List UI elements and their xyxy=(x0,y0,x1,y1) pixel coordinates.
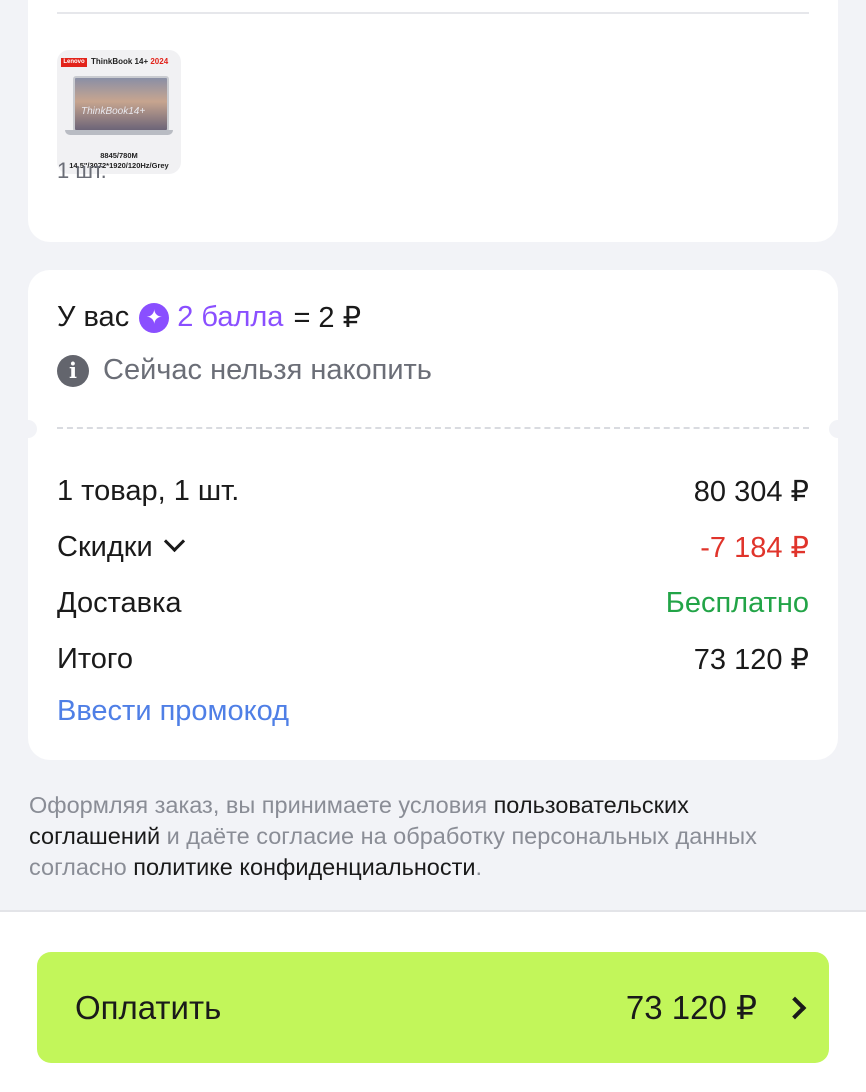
delivery-row: Доставка Бесплатно xyxy=(57,583,809,623)
pay-button[interactable]: Оплатить 73 120 ₽ xyxy=(37,952,829,1063)
delivery-value: Бесплатно xyxy=(665,586,809,619)
dashed-divider xyxy=(57,427,809,429)
chevron-right-icon xyxy=(783,996,807,1019)
pay-button-amount: 73 120 ₽ xyxy=(625,989,757,1026)
legal-text: . xyxy=(475,854,483,880)
discount-value: -7 184 ₽ xyxy=(700,531,809,564)
total-value: 73 120 ₽ xyxy=(693,643,809,676)
promo-code-link[interactable]: Ввести промокод xyxy=(57,695,289,728)
bonus-balance: У вас 2 балла = 2 ₽ xyxy=(57,300,361,335)
product-model-year: 2024 xyxy=(150,57,169,66)
ticket-notch xyxy=(829,420,847,438)
product-quantity: 1 шт. xyxy=(57,158,107,183)
bonus-star-icon xyxy=(139,302,170,333)
order-summary-card: У вас 2 балла = 2 ₽ i Сейчас нельзя нако… xyxy=(19,270,847,760)
bonus-equals: = 2 ₽ xyxy=(293,302,362,334)
brand-logo: Lenovo xyxy=(61,58,87,67)
delivery-label: Доставка xyxy=(57,586,182,619)
bonus-points: 2 балла xyxy=(177,301,284,333)
laptop-screen-image: ThinkBook14+ xyxy=(73,76,169,132)
bonus-notice-text: Сейчас нельзя накопить xyxy=(103,354,432,386)
bonus-notice: i Сейчас нельзя накопить xyxy=(57,354,432,387)
items-label: 1 товар, 1 шт. xyxy=(57,474,240,507)
product-thumbnail[interactable]: Lenovo ThinkBook 14+ 2024 ThinkBook14+ 8… xyxy=(57,50,181,174)
info-icon: i xyxy=(57,354,89,387)
discount-label: Скидки xyxy=(57,530,153,563)
bonus-prefix: У вас xyxy=(57,301,130,333)
laptop-base-image xyxy=(65,130,173,135)
pay-button-amount-group: 73 120 ₽ xyxy=(625,988,807,1027)
pay-button-label: Оплатить xyxy=(75,988,222,1026)
discount-toggle[interactable]: Скидки xyxy=(57,530,185,564)
total-label: Итого xyxy=(57,642,133,675)
legal-text: Оформляя заказ, вы принимаете условия xyxy=(29,792,494,818)
product-model-name: ThinkBook 14+ xyxy=(91,57,149,66)
privacy-policy-link[interactable]: политике конфиденциальности xyxy=(133,854,475,880)
legal-notice: Оформляя заказ, вы принимаете условия по… xyxy=(29,790,819,883)
items-row: 1 товар, 1 шт. 80 304 ₽ xyxy=(57,471,809,511)
items-value: 80 304 ₽ xyxy=(693,475,809,508)
product-model: ThinkBook 14+ 2024 xyxy=(91,57,168,66)
total-row: Итого 73 120 ₽ xyxy=(57,639,809,679)
chevron-down-icon xyxy=(163,530,185,552)
product-card: Lenovo ThinkBook 14+ 2024 ThinkBook14+ 8… xyxy=(28,0,838,242)
discount-row[interactable]: Скидки -7 184 ₽ xyxy=(57,527,809,567)
bottom-bar: Оплатить 73 120 ₽ xyxy=(0,910,866,1092)
ticket-notch xyxy=(19,420,37,438)
laptop-screen-text: ThinkBook14+ xyxy=(81,106,146,117)
divider xyxy=(57,12,809,14)
